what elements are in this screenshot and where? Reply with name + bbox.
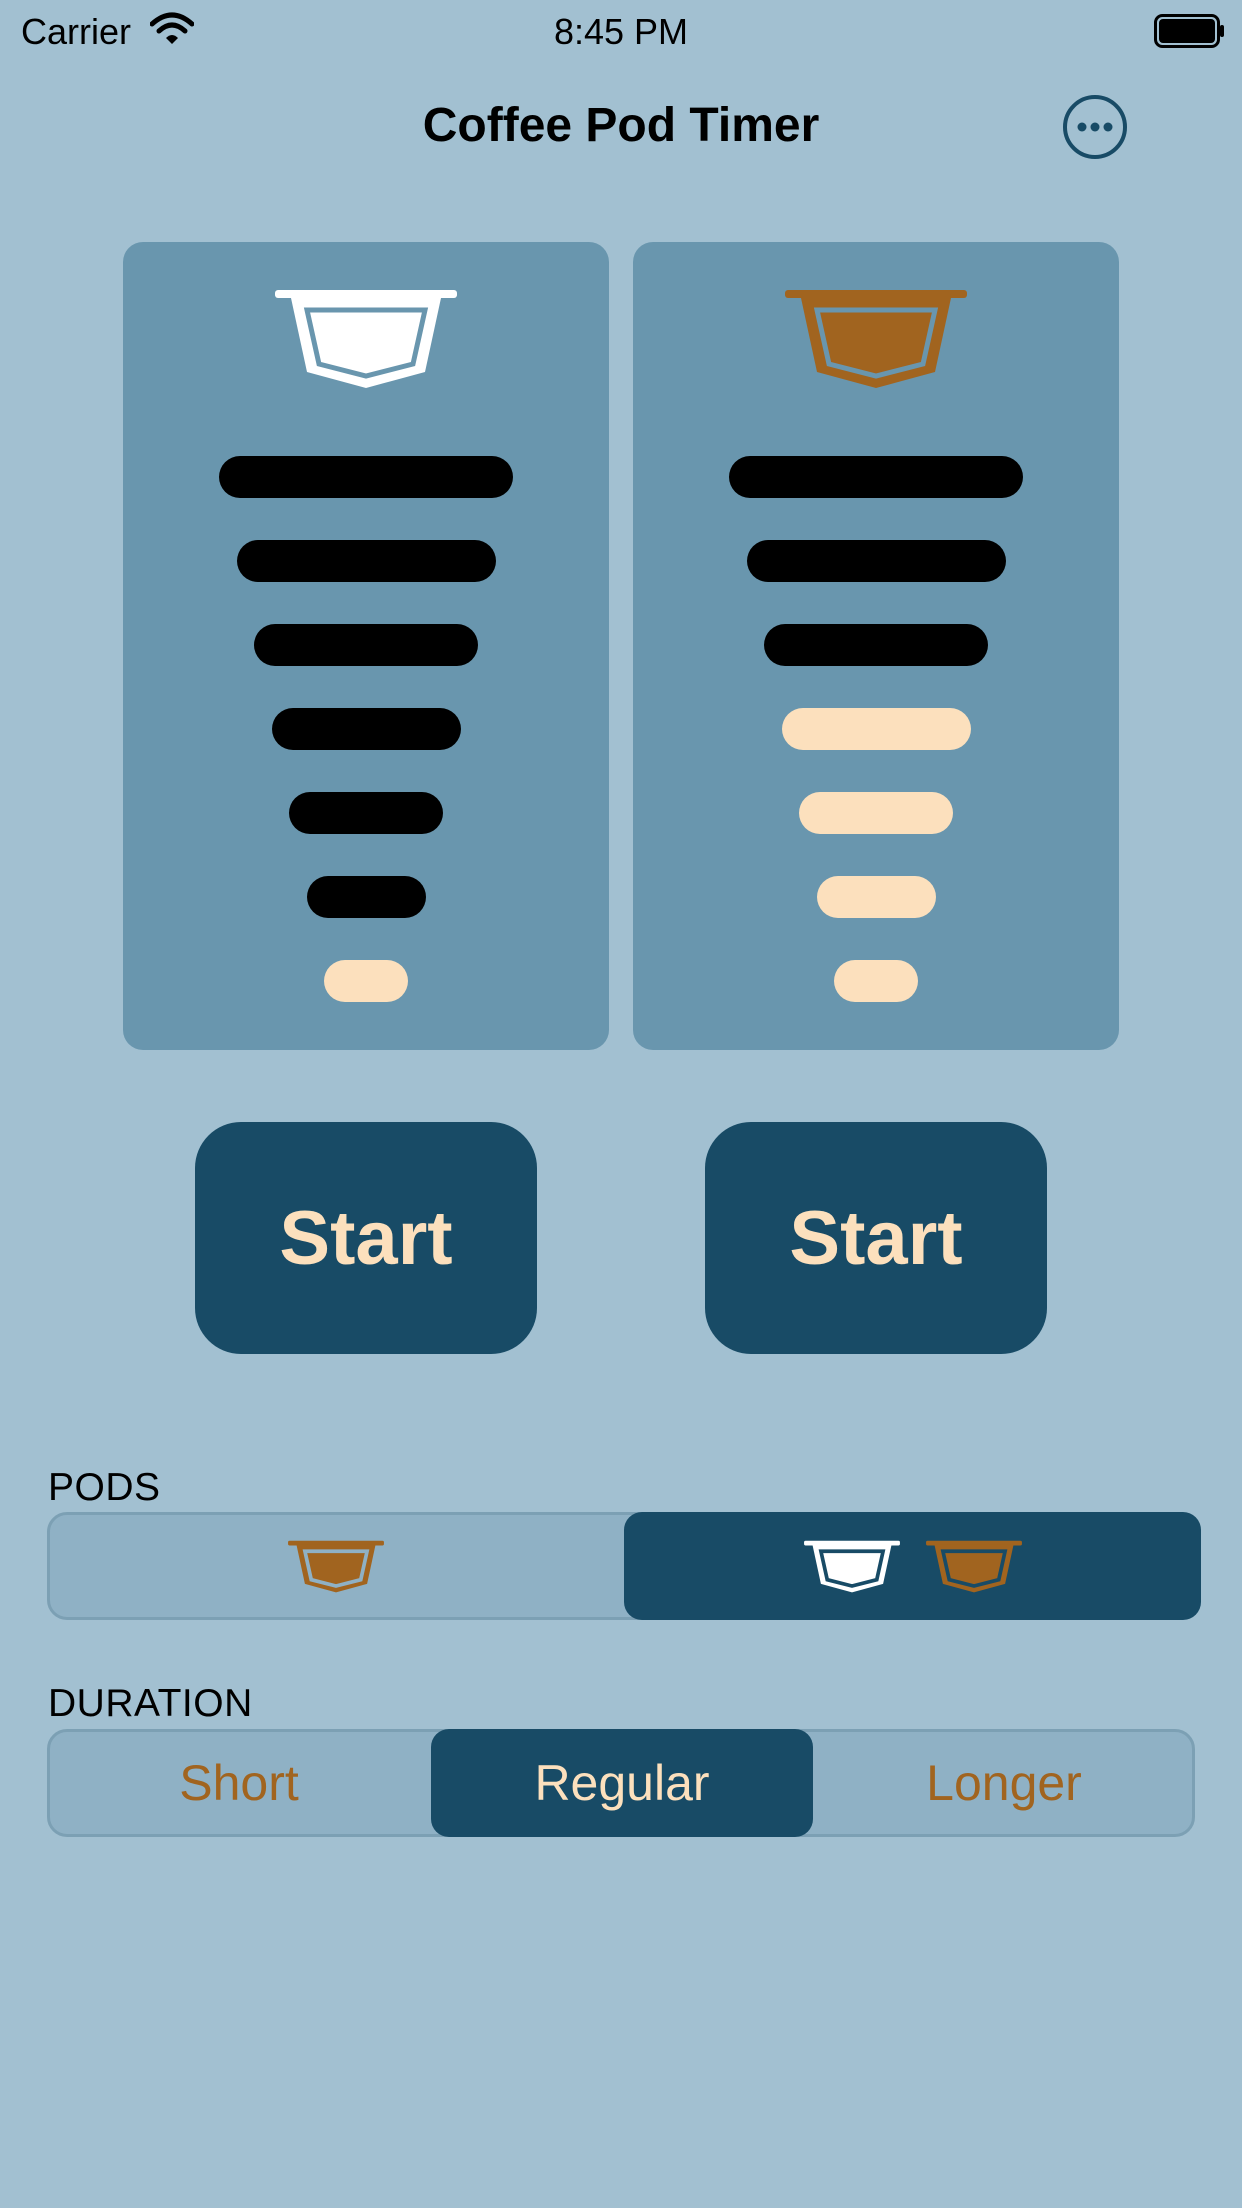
timer-panel-brown-pod [633, 242, 1119, 1050]
white-pod-icon [275, 290, 457, 388]
white-pod-icon [803, 1540, 900, 1593]
timer-bar-remaining [236, 540, 496, 582]
timer-bar-remaining [219, 456, 513, 498]
duration-option-regular[interactable]: Regular [431, 1729, 813, 1837]
battery-icon [1154, 14, 1226, 53]
pods-option-brown[interactable] [47, 1512, 624, 1620]
page-title: Coffee Pod Timer [422, 99, 820, 152]
timer-bar-elapsed [799, 792, 953, 834]
duration-option-label: Longer [926, 1755, 1082, 1811]
timer-bar-remaining [254, 624, 478, 666]
timer-bar-elapsed [781, 708, 971, 750]
timer-bar-remaining [764, 624, 988, 666]
status-time: 8:45 PM [553, 11, 689, 52]
start-button-brown-pod[interactable]: Start [705, 1122, 1047, 1354]
brown-pod-icon [925, 1540, 1022, 1593]
duration-option-label: Short [179, 1755, 299, 1811]
timer-bar-elapsed [816, 876, 936, 918]
pods-section-label: PODS [48, 1466, 161, 1509]
timer-bar-elapsed [324, 960, 408, 1002]
duration-option-short[interactable]: Short [47, 1729, 431, 1837]
brown-pod-icon [785, 290, 967, 388]
timer-bar-remaining [271, 708, 461, 750]
timer-bar-elapsed [834, 960, 918, 1002]
start-button-white-pod[interactable]: Start [195, 1122, 537, 1354]
duration-section-label: DURATION [48, 1682, 253, 1725]
timer-bar-remaining [729, 456, 1023, 498]
duration-option-longer[interactable]: Longer [813, 1729, 1195, 1837]
duration-option-label: Regular [534, 1755, 710, 1811]
timer-bar-remaining [746, 540, 1006, 582]
brown-pod-icon [287, 1540, 384, 1593]
pods-segmented-control [47, 1512, 1201, 1620]
status-bar: Carrier 8:45 PM [0, 0, 1242, 62]
more-options-button[interactable] [1062, 94, 1128, 160]
pods-option-white-and-brown[interactable] [624, 1512, 1201, 1620]
timer-panel-white-pod [123, 242, 609, 1050]
duration-segmented-control: Short Regular Longer [47, 1729, 1195, 1837]
ellipsis-circle-icon [1063, 95, 1127, 159]
timer-bar-remaining [306, 876, 426, 918]
timer-bar-remaining [289, 792, 443, 834]
